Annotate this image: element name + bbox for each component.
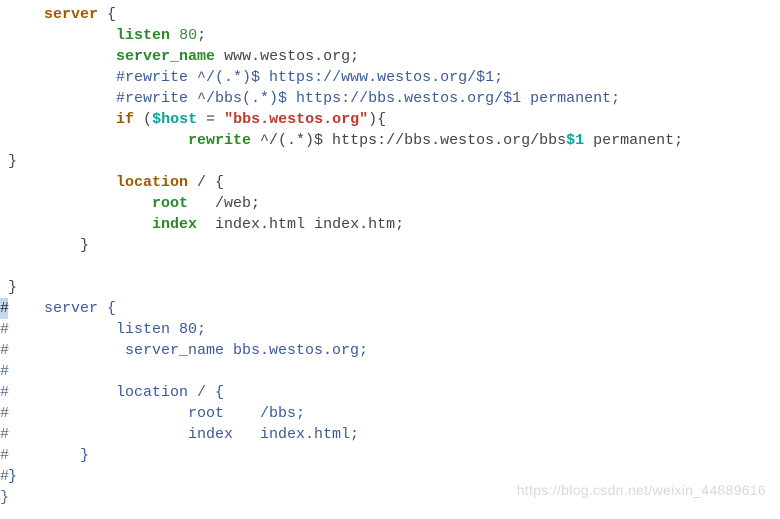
gutter-char: # bbox=[0, 382, 8, 403]
gutter-char: # bbox=[0, 403, 8, 424]
code-token: } bbox=[8, 237, 89, 254]
gutter-char bbox=[0, 130, 8, 151]
code-token bbox=[8, 69, 116, 86]
gutter-char bbox=[0, 109, 8, 130]
code-token: { bbox=[98, 6, 116, 23]
code-token bbox=[170, 27, 179, 44]
gutter-char bbox=[0, 256, 8, 277]
watermark-text: https://blog.csdn.net/weixin_44889616 bbox=[517, 480, 766, 501]
code-token: rewrite bbox=[188, 132, 251, 149]
code-token bbox=[8, 111, 116, 128]
code-token: permanent; bbox=[584, 132, 683, 149]
code-token: } bbox=[8, 153, 17, 170]
code-token: location / { bbox=[8, 384, 224, 401]
code-token: /web; bbox=[188, 195, 260, 212]
code-token: index bbox=[152, 216, 197, 233]
code-token: ; bbox=[197, 27, 206, 44]
gutter-char bbox=[0, 88, 8, 109]
code-token: #rewrite ^/bbs(.*)$ https://bbs.westos.o… bbox=[116, 90, 620, 107]
code-token: if bbox=[116, 111, 134, 128]
code-token: } bbox=[8, 468, 17, 485]
code-token bbox=[8, 48, 116, 65]
code-token: index index.html; bbox=[8, 426, 359, 443]
code-token bbox=[8, 195, 152, 212]
code-token: #rewrite ^/(.*)$ https://www.westos.org/… bbox=[116, 69, 503, 86]
gutter-char: } bbox=[0, 487, 8, 508]
code-token: server_name bbs.westos.org; bbox=[8, 342, 368, 359]
gutter-char bbox=[0, 151, 8, 172]
code-token: ){ bbox=[368, 111, 386, 128]
code-token: server { bbox=[8, 300, 116, 317]
code-token: index.html index.htm; bbox=[197, 216, 404, 233]
gutter-char: # bbox=[0, 340, 8, 361]
gutter-char: # bbox=[0, 424, 8, 445]
code-token bbox=[8, 27, 116, 44]
gutter-char bbox=[0, 193, 8, 214]
code-token: $host bbox=[152, 111, 197, 128]
gutter-char bbox=[0, 172, 8, 193]
gutter-char bbox=[0, 235, 8, 256]
code-token bbox=[8, 174, 116, 191]
gutter-char: # bbox=[0, 361, 8, 382]
gutter-char bbox=[0, 67, 8, 88]
gutter-char bbox=[0, 4, 8, 25]
code-token: server_name bbox=[116, 48, 215, 65]
gutter-char bbox=[0, 214, 8, 235]
code-token: / { bbox=[188, 174, 224, 191]
code-token: location bbox=[116, 174, 188, 191]
code-token: $1 bbox=[566, 132, 584, 149]
code-token bbox=[8, 132, 188, 149]
code-token: } bbox=[8, 447, 89, 464]
code-token: = bbox=[197, 111, 224, 128]
code-token: ( bbox=[134, 111, 152, 128]
code-token: 80 bbox=[179, 27, 197, 44]
gutter-char: # bbox=[0, 445, 8, 466]
code-token: listen 80; bbox=[8, 321, 206, 338]
gutter-char bbox=[0, 277, 8, 298]
code-block: server { listen 80; server_name www.west… bbox=[0, 0, 780, 508]
code-token: ^/(.*)$ https://bbs.westos.org/bbs bbox=[251, 132, 566, 149]
code-token: www.westos.org; bbox=[215, 48, 359, 65]
code-token: listen bbox=[116, 27, 170, 44]
gutter-char: # bbox=[0, 466, 8, 487]
code-token bbox=[8, 90, 116, 107]
gutter-char: # bbox=[0, 298, 8, 319]
gutter-char bbox=[0, 25, 8, 46]
gutter-char bbox=[0, 46, 8, 67]
gutter-char: # bbox=[0, 319, 8, 340]
code-token: "bbs.westos.org" bbox=[224, 111, 368, 128]
code-token: root bbox=[152, 195, 188, 212]
code-token: server bbox=[44, 6, 98, 23]
code-token: } bbox=[8, 279, 17, 296]
code-token: root /bbs; bbox=[8, 405, 305, 422]
code-token bbox=[8, 6, 44, 23]
code-token bbox=[8, 216, 152, 233]
